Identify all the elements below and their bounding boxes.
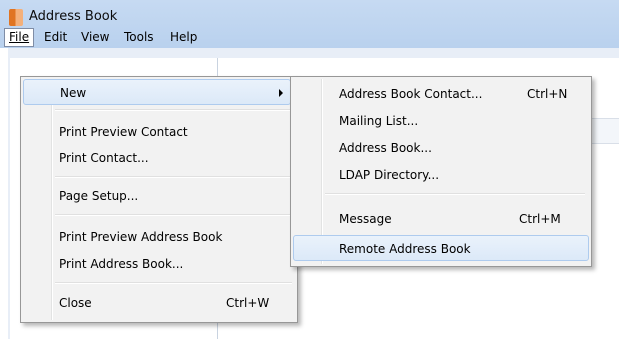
menu-item-label: Print Preview Contact [59,125,188,139]
menu-item-label: New [60,86,87,100]
menu-item-label: Close [59,296,92,310]
separator [55,109,292,111]
menu-item-print-address-book[interactable]: Print Address Book... [23,251,291,277]
submenu-item-address-book-contact[interactable]: Address Book Contact... Ctrl+N [293,81,585,107]
menu-item-label: Mailing List... [339,114,419,128]
menu-item-new[interactable]: New [23,79,291,105]
menu-item-label: LDAP Directory... [339,168,440,182]
title-bar: Address Book File Edit View Tools Help [0,0,619,48]
menu-item-label: Print Preview Address Book [59,230,223,244]
submenu-item-mailing-list[interactable]: Mailing List... [293,108,585,134]
menu-help[interactable]: Help [166,29,201,46]
address-book-app-icon [9,9,23,26]
menu-edit[interactable]: Edit [40,29,71,46]
file-menu: New Print Preview Contact Print Contact.… [20,76,298,323]
menu-item-label: Message [339,212,392,226]
submenu-item-ldap-directory[interactable]: LDAP Directory... [293,162,585,188]
menu-item-label: Address Book Contact... [339,87,483,101]
submenu-item-remote-address-book[interactable]: Remote Address Book [293,235,589,261]
submenu-arrow-icon [279,89,283,97]
menu-item-shortcut: Ctrl+N [527,87,568,101]
submenu-item-message[interactable]: Message Ctrl+M [293,206,585,232]
menu-item-print-preview-contact[interactable]: Print Preview Contact [23,119,291,145]
menu-item-print-preview-address-book[interactable]: Print Preview Address Book [23,224,291,250]
menu-view[interactable]: View [77,29,113,46]
separator [55,214,292,216]
menu-item-close[interactable]: Close Ctrl+W [23,290,291,316]
menu-bar: File Edit View Tools Help [0,27,619,48]
menu-item-label: Remote Address Book [339,242,471,256]
menu-item-shortcut: Ctrl+W [226,296,270,310]
menu-file[interactable]: File [4,28,35,47]
menu-item-shortcut: Ctrl+M [519,212,561,226]
separator [55,176,292,178]
menu-item-label: Print Contact... [59,151,149,165]
new-submenu: Address Book Contact... Ctrl+N Mailing L… [290,76,592,267]
window-title: Address Book [29,9,118,24]
menu-item-page-setup[interactable]: Page Setup... [23,183,291,209]
menu-item-print-contact[interactable]: Print Contact... [23,145,291,171]
menu-item-label: Print Address Book... [59,257,184,271]
submenu-item-address-book[interactable]: Address Book... [293,135,585,161]
menu-item-label: Address Book... [339,141,432,155]
menu-item-label: Page Setup... [59,189,139,203]
separator [325,193,585,195]
separator [55,282,292,284]
menu-tools[interactable]: Tools [120,29,158,46]
